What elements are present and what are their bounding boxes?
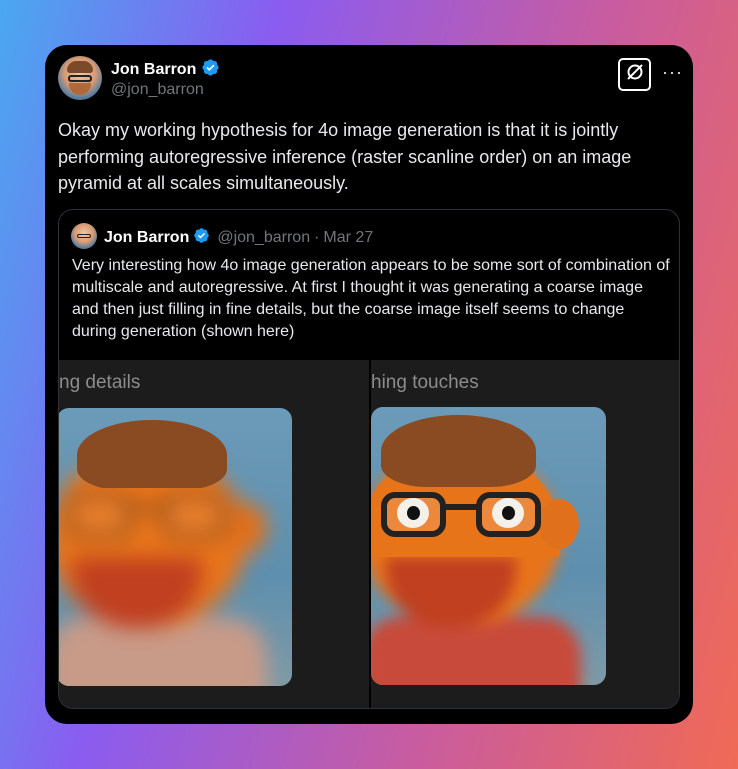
author-name[interactable]: Jon Barron — [111, 61, 196, 79]
verified-badge-icon — [201, 58, 220, 82]
author-avatar[interactable] — [58, 56, 102, 100]
more-icon[interactable]: ··· — [662, 62, 683, 83]
grok-button[interactable] — [618, 58, 651, 91]
meta-separator: · — [314, 229, 320, 246]
quoted-author-name[interactable]: Jon Barron — [104, 229, 189, 247]
tweet-text: Okay my working hypothesis for 4o image … — [58, 120, 632, 193]
quoted-tweet[interactable]: Jon Barron @jon_barron · Mar 27 Very int… — [58, 209, 680, 709]
quoted-header: Jon Barron @jon_barron · Mar 27 — [104, 227, 373, 249]
left-caption: ng details — [59, 372, 141, 393]
quoted-author-handle[interactable]: @jon_barron — [217, 229, 310, 247]
quoted-media[interactable]: ng details hing touches — [59, 360, 679, 708]
author-handle[interactable]: @jon_barron — [111, 81, 204, 99]
partially-sharp-muppet-image — [371, 407, 606, 685]
quoted-text: Very interesting how 4o image generation… — [72, 257, 670, 340]
quoted-date[interactable]: Mar 27 — [323, 229, 373, 247]
media-right-panel[interactable]: hing touches — [371, 360, 679, 708]
verified-badge-icon — [193, 227, 210, 249]
media-left-panel[interactable]: ng details — [59, 360, 369, 708]
blurry-muppet-image — [59, 408, 292, 686]
quoted-author-avatar[interactable] — [71, 223, 97, 249]
grok-icon — [625, 62, 645, 87]
tweet-card: Jon Barron @jon_barron ··· Okay my worki… — [45, 45, 693, 724]
right-caption: hing touches — [371, 372, 479, 393]
author-name-row: Jon Barron — [111, 58, 220, 82]
